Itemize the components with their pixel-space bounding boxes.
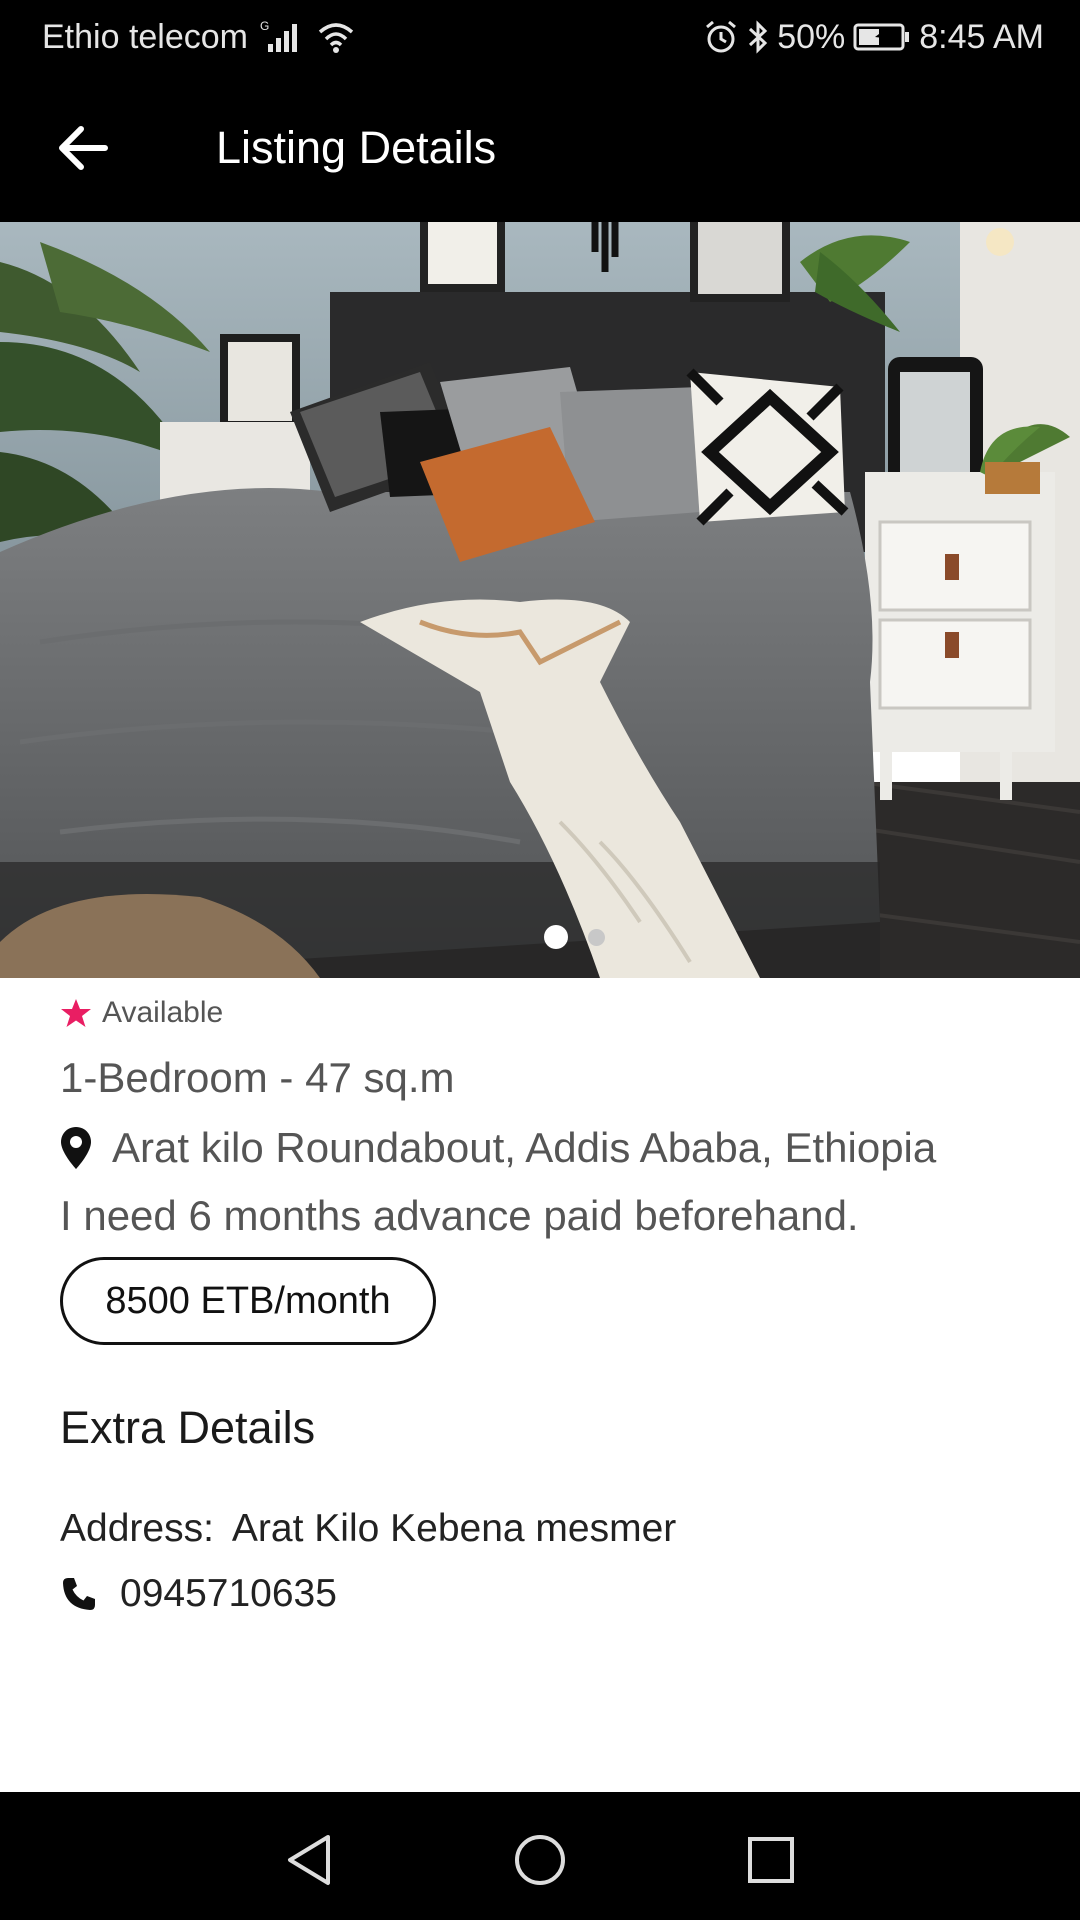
- page-title: Listing Details: [216, 122, 497, 173]
- network-type-label: G: [260, 20, 269, 33]
- battery-percent: 50%: [777, 17, 846, 56]
- carousel-dot[interactable]: [587, 929, 605, 946]
- availability-label: Available: [102, 996, 224, 1029]
- battery-icon: [853, 22, 911, 52]
- extra-details-title: Extra Details: [60, 1402, 316, 1453]
- status-left: Ethio telecom G: [42, 18, 356, 57]
- photo-carousel[interactable]: [0, 222, 1080, 978]
- clock: 8:45 AM: [919, 17, 1044, 56]
- arrow-back-icon: [59, 126, 108, 170]
- back-button[interactable]: [52, 120, 114, 176]
- carousel-dot-active[interactable]: [543, 925, 568, 949]
- carrier-name: Ethio telecom: [42, 17, 248, 56]
- location-row: Arat kilo Roundabout, Addis Ababa, Ethio…: [60, 1124, 936, 1172]
- signal-icon: G: [260, 20, 304, 54]
- star-icon: [61, 999, 91, 1027]
- status-bar: Ethio telecom G 50% 8:45 AM: [0, 0, 1080, 74]
- availability-status: Available: [60, 996, 223, 1030]
- listing-note: I need 6 months advance paid beforehand.: [60, 1192, 859, 1239]
- system-nav-bar: [0, 1792, 1080, 1920]
- location-pin-icon: [61, 1127, 91, 1169]
- back-triangle-icon: [288, 1835, 330, 1885]
- status-right: 50% 8:45 AM: [703, 18, 1044, 57]
- app-bar: Listing Details: [0, 74, 1080, 222]
- phone-icon: [63, 1578, 95, 1610]
- alarm-icon: [703, 19, 739, 55]
- phone-number[interactable]: 0945710635: [120, 1572, 337, 1616]
- phone-row[interactable]: 0945710635: [60, 1572, 337, 1616]
- bluetooth-icon: [747, 19, 769, 55]
- recents-square-icon: [748, 1837, 794, 1883]
- bedroom-photo: [0, 222, 1080, 978]
- location-text: Arat kilo Roundabout, Addis Ababa, Ethio…: [112, 1124, 937, 1171]
- listing-summary: 1-Bedroom - 47 sq.m: [60, 1054, 455, 1101]
- price-chip[interactable]: 8500 ETB/month: [60, 1257, 436, 1345]
- nav-back-button[interactable]: [281, 1832, 337, 1888]
- address-label: Address:: [60, 1507, 214, 1550]
- nav-recents-button[interactable]: [743, 1832, 799, 1888]
- wifi-icon: [316, 20, 356, 54]
- home-circle-icon: [515, 1835, 565, 1885]
- nav-home-button[interactable]: [512, 1832, 568, 1888]
- carousel-indicator: [0, 925, 1080, 949]
- address-row: Address: Arat Kilo Kebena mesmer: [60, 1507, 676, 1551]
- address-value: Arat Kilo Kebena mesmer: [231, 1507, 677, 1550]
